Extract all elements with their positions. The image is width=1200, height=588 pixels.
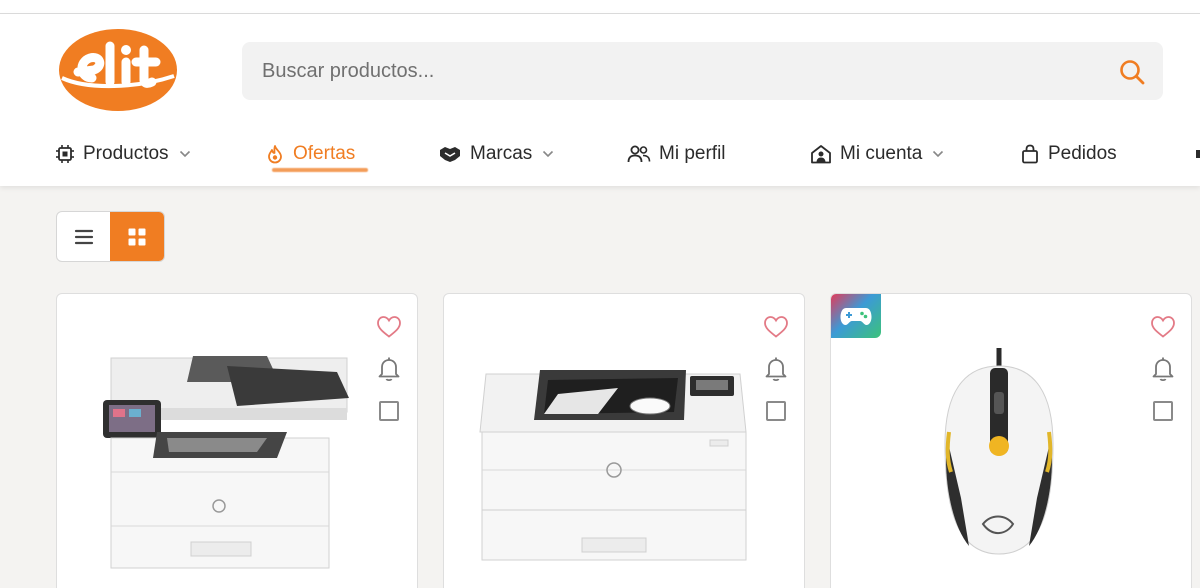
gamepad-icon — [840, 308, 872, 325]
truncated-nav-icon — [1196, 150, 1200, 158]
checkbox-box — [1153, 401, 1173, 421]
checkbox-box — [766, 401, 786, 421]
product-card[interactable] — [830, 293, 1192, 588]
laser-printer-image — [479, 370, 747, 561]
notify-button[interactable] — [1149, 356, 1177, 382]
bell-icon — [378, 357, 400, 382]
elit-logo-graphic — [59, 29, 177, 111]
heart-icon — [377, 316, 401, 338]
product-card[interactable] — [56, 293, 418, 588]
checkbox-box — [379, 401, 399, 421]
list-view-button[interactable] — [57, 212, 110, 261]
browser-top-bar — [0, 0, 1200, 14]
heart-icon — [1151, 316, 1175, 338]
shopping-bag-icon — [1022, 144, 1038, 164]
site-header: Productos Ofertas Marcas — [0, 14, 1200, 186]
nav-label-ofertas: Ofertas — [293, 143, 356, 164]
notify-button[interactable] — [762, 356, 790, 382]
heart-icon — [764, 316, 788, 338]
nav-item-mi-perfil[interactable]: Mi perfil — [627, 132, 726, 176]
nav-item-marcas[interactable]: Marcas — [438, 132, 554, 176]
nav-label-pedidos: Pedidos — [1048, 143, 1117, 164]
users-icon — [627, 145, 651, 163]
compare-checkbox[interactable] — [375, 398, 403, 424]
view-toggle — [56, 211, 165, 262]
compare-checkbox[interactable] — [1149, 398, 1177, 424]
favorite-button[interactable] — [375, 314, 403, 340]
cpu-icon — [56, 145, 74, 163]
grid-icon — [128, 228, 146, 245]
nav-label-productos: Productos — [83, 143, 169, 164]
multifunction-printer-image — [103, 356, 349, 569]
nav-item-productos[interactable]: Productos — [55, 132, 191, 176]
bell-icon — [1152, 357, 1174, 382]
nav-item-overflow[interactable] — [1194, 132, 1200, 176]
search-button[interactable] — [1117, 57, 1147, 87]
active-tab-indicator — [272, 168, 368, 172]
favorite-button[interactable] — [1149, 314, 1177, 340]
gaming-mouse-image — [944, 348, 1054, 555]
bell-icon — [765, 357, 787, 382]
elit-logo[interactable] — [58, 28, 178, 112]
nav-label-marcas: Marcas — [470, 143, 533, 164]
notify-button[interactable] — [375, 356, 403, 382]
search-icon — [1120, 60, 1145, 85]
card-actions — [375, 314, 403, 424]
nav-item-pedidos[interactable]: Pedidos — [1020, 132, 1117, 176]
compare-checkbox[interactable] — [762, 398, 790, 424]
search-input[interactable] — [242, 42, 1102, 100]
main-nav: Productos Ofertas Marcas Mi perfil Mi cu… — [0, 132, 1200, 176]
chevron-down-icon — [179, 150, 190, 158]
favorite-button[interactable] — [762, 314, 790, 340]
card-actions — [1149, 314, 1177, 424]
chevron-down-icon — [543, 150, 554, 158]
grid-view-button[interactable] — [110, 212, 164, 261]
home-user-icon — [811, 145, 831, 164]
card-actions — [762, 314, 790, 424]
gamer-badge — [831, 294, 881, 338]
chevron-down-icon — [933, 150, 944, 158]
nav-label-mi-perfil: Mi perfil — [659, 143, 726, 164]
product-card[interactable] — [443, 293, 805, 588]
flame-icon — [268, 145, 282, 164]
nav-label-mi-cuenta: Mi cuenta — [840, 143, 923, 164]
nav-item-mi-cuenta[interactable]: Mi cuenta — [810, 132, 944, 176]
list-icon — [74, 229, 93, 244]
search-bar — [242, 42, 1163, 100]
handshake-icon — [440, 147, 460, 162]
